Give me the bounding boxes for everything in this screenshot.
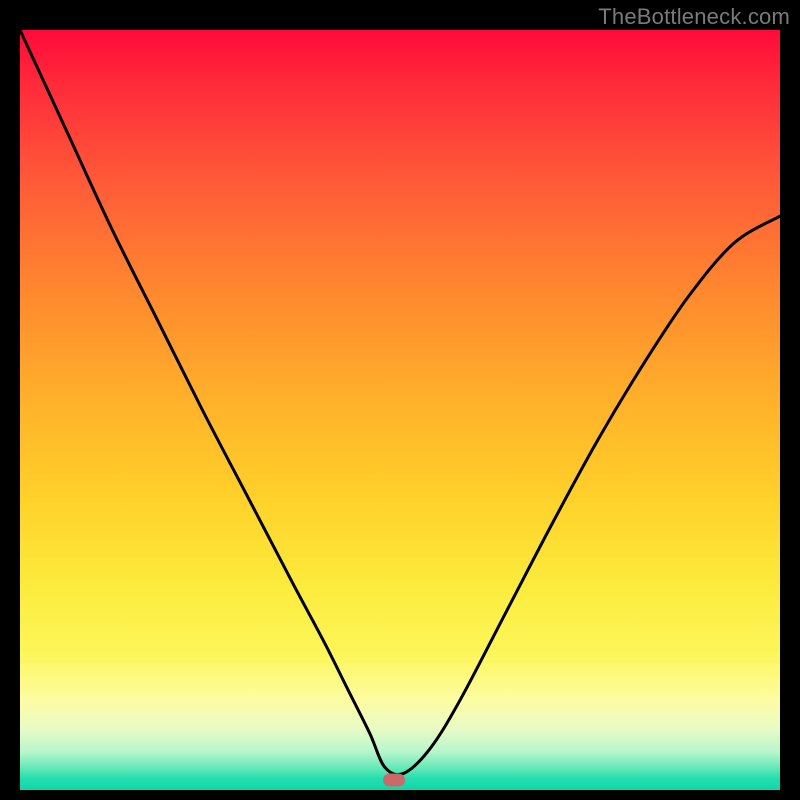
chart-frame: TheBottleneck.com <box>0 0 800 800</box>
bottleneck-curve <box>20 30 780 790</box>
bottleneck-curve-path <box>20 30 780 775</box>
plot-area <box>20 30 780 790</box>
watermark-text: TheBottleneck.com <box>598 4 790 30</box>
optimal-point-marker <box>383 774 405 787</box>
